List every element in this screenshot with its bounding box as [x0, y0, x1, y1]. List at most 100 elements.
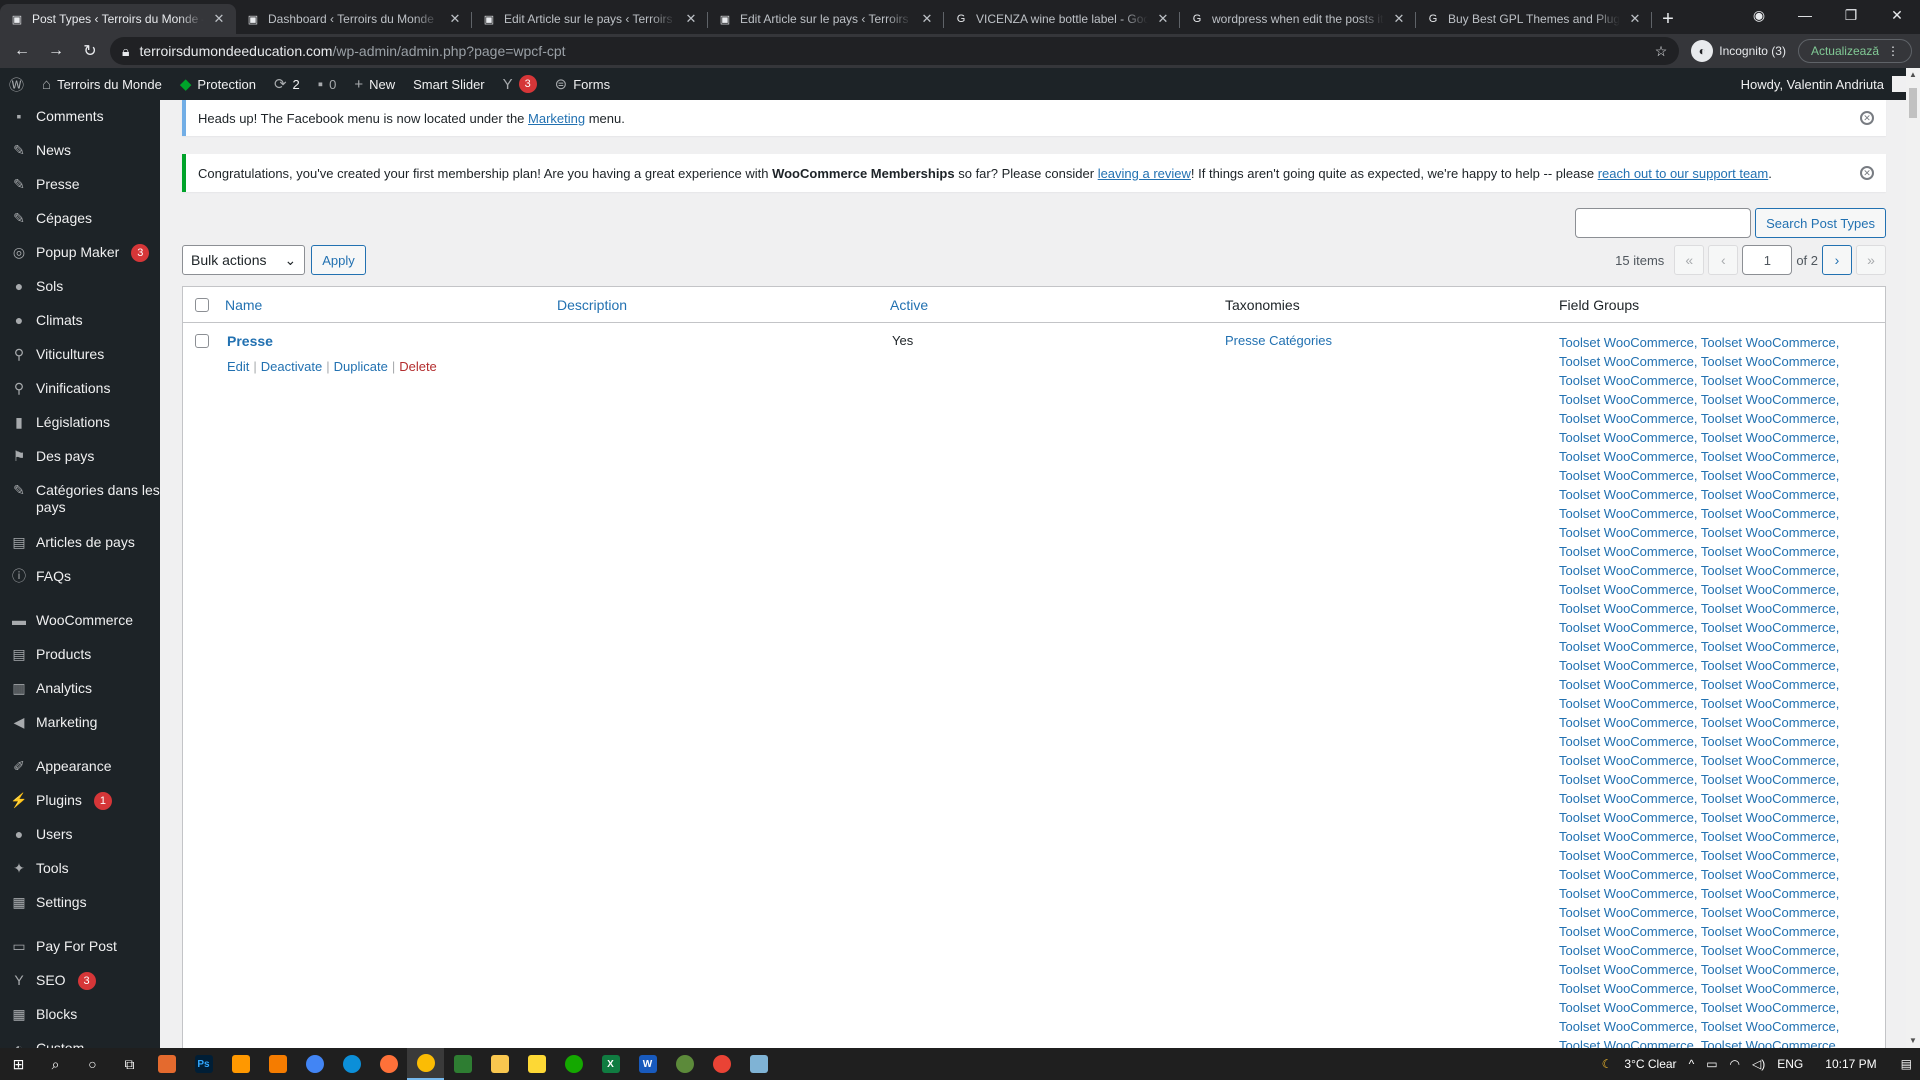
sidebar-item-c-pages[interactable]: ✎ Cépages: [0, 202, 160, 236]
duplicate-link[interactable]: Duplicate: [334, 359, 388, 374]
field-group-link[interactable]: Toolset WooCommerce, Toolset WooCommerce…: [1559, 1036, 1839, 1048]
scroll-up-icon[interactable]: ▲: [1906, 68, 1920, 82]
field-group-link[interactable]: Toolset WooCommerce, Toolset WooCommerce…: [1559, 770, 1839, 789]
field-group-link[interactable]: Toolset WooCommerce, Toolset WooCommerce…: [1559, 637, 1839, 656]
tab-close-icon[interactable]: ✕: [684, 11, 698, 27]
tab-close-icon[interactable]: ✕: [212, 11, 226, 27]
tab-close-icon[interactable]: ✕: [448, 11, 462, 27]
wifi-icon[interactable]: ◠: [1730, 1057, 1740, 1071]
delete-link[interactable]: Delete: [399, 359, 437, 374]
field-group-link[interactable]: Toolset WooCommerce, Toolset WooCommerce…: [1559, 466, 1839, 485]
sidebar-item-des-pays[interactable]: ⚑ Des pays: [0, 440, 160, 474]
sidebar-item-cat-gories-dans-les-pays[interactable]: ✎ Catégories dans les pays: [0, 474, 160, 526]
field-group-link[interactable]: Toolset WooCommerce, Toolset WooCommerce…: [1559, 979, 1839, 998]
chrome-active-icon[interactable]: [407, 1048, 444, 1080]
sidebar-item-sols[interactable]: ● Sols: [0, 270, 160, 304]
leave-review-link[interactable]: leaving a review: [1098, 166, 1191, 181]
field-group-link[interactable]: Toolset WooCommerce, Toolset WooCommerce…: [1559, 751, 1839, 770]
select-all-checkbox[interactable]: [195, 297, 209, 312]
edge-icon[interactable]: [333, 1048, 370, 1080]
field-group-link[interactable]: Toolset WooCommerce, Toolset WooCommerce…: [1559, 504, 1839, 523]
profile-icon[interactable]: ◉: [1736, 0, 1782, 30]
marketing-link[interactable]: Marketing: [528, 111, 585, 126]
sidebar-item-users[interactable]: ● Users: [0, 818, 160, 852]
field-group-link[interactable]: Toolset WooCommerce, Toolset WooCommerce…: [1559, 903, 1839, 922]
field-group-link[interactable]: Toolset WooCommerce, Toolset WooCommerce…: [1559, 675, 1839, 694]
back-button[interactable]: ←: [8, 37, 36, 65]
photoshop-icon[interactable]: Ps: [185, 1048, 222, 1080]
minimize-button[interactable]: —: [1782, 0, 1828, 30]
field-group-link[interactable]: Toolset WooCommerce, Toolset WooCommerce…: [1559, 580, 1839, 599]
new-tab-button[interactable]: +: [1652, 4, 1684, 34]
excel-icon[interactable]: X: [592, 1048, 629, 1080]
field-group-link[interactable]: Toolset WooCommerce, Toolset WooCommerce…: [1559, 409, 1839, 428]
browser-tab[interactable]: G VICENZA wine bottle label - Goo ✕: [944, 4, 1180, 34]
windows-start-icon[interactable]: ⊞: [0, 1048, 37, 1080]
search-input[interactable]: [1575, 208, 1752, 238]
field-group-link[interactable]: Toolset WooCommerce, Toolset WooCommerce…: [1559, 542, 1839, 561]
sidebar-item-news[interactable]: ✎ News: [0, 134, 160, 168]
sidebar-item-tools[interactable]: ✦ Tools: [0, 852, 160, 886]
field-group-link[interactable]: Toolset WooCommerce, Toolset WooCommerce…: [1559, 447, 1839, 466]
word-icon[interactable]: W: [629, 1048, 666, 1080]
sidebar-item-pay-for-post[interactable]: ▭ Pay For Post: [0, 930, 160, 964]
notepad-icon[interactable]: [740, 1048, 777, 1080]
edit-link[interactable]: Edit: [227, 359, 249, 374]
field-group-link[interactable]: Toolset WooCommerce, Toolset WooCommerce…: [1559, 827, 1839, 846]
field-group-link[interactable]: Toolset WooCommerce, Toolset WooCommerce…: [1559, 732, 1839, 751]
field-group-link[interactable]: Toolset WooCommerce, Toolset WooCommerce…: [1559, 922, 1839, 941]
sidebar-item-analytics[interactable]: ▥ Analytics: [0, 672, 160, 706]
reload-button[interactable]: ↻: [76, 37, 104, 65]
yoast-menu[interactable]: Y3: [494, 68, 546, 100]
search-app-icon[interactable]: [259, 1048, 296, 1080]
tab-close-icon[interactable]: ✕: [1156, 11, 1170, 27]
comments-menu[interactable]: ▪ 0: [309, 68, 346, 100]
dismiss-icon[interactable]: ✕: [1860, 111, 1874, 125]
tab-close-icon[interactable]: ✕: [920, 11, 934, 27]
sidebar-item-products[interactable]: ▤ Products: [0, 638, 160, 672]
sidebar-item-faqs[interactable]: ⓘ FAQs: [0, 560, 160, 594]
sidebar-item-blocks[interactable]: ▦ Blocks: [0, 998, 160, 1032]
scroll-thumb[interactable]: [1909, 88, 1917, 118]
search-post-types-button[interactable]: Search Post Types: [1755, 208, 1886, 238]
browser-tab[interactable]: ▣ Dashboard ‹ Terroirs du Monde ✕: [236, 4, 472, 34]
sidebar-item-custom[interactable]: ◐ Custom...: [0, 1032, 160, 1048]
sidebar-item-climats[interactable]: ● Climats: [0, 304, 160, 338]
language-indicator[interactable]: ENG: [1777, 1057, 1803, 1071]
field-group-link[interactable]: Toolset WooCommerce, Toolset WooCommerce…: [1559, 1017, 1839, 1036]
sublime-icon[interactable]: [222, 1048, 259, 1080]
upwork-icon[interactable]: [555, 1048, 592, 1080]
column-name[interactable]: Name: [225, 297, 262, 313]
support-team-link[interactable]: reach out to our support team: [1598, 166, 1769, 181]
tab-close-icon[interactable]: ✕: [1628, 11, 1642, 27]
field-group-link[interactable]: Toolset WooCommerce, Toolset WooCommerce…: [1559, 713, 1839, 732]
close-window-button[interactable]: ✕: [1874, 0, 1920, 30]
sidebar-item-seo[interactable]: Y SEO 3: [0, 964, 160, 998]
page-scrollbar[interactable]: ▲ ▼: [1906, 68, 1920, 1048]
updates-menu[interactable]: ⟳ 2: [265, 68, 309, 100]
field-group-link[interactable]: Toolset WooCommerce, Toolset WooCommerce…: [1559, 618, 1839, 637]
field-group-link[interactable]: Toolset WooCommerce, Toolset WooCommerce…: [1559, 599, 1839, 618]
deactivate-link[interactable]: Deactivate: [261, 359, 322, 374]
volume-icon[interactable]: ◁): [1752, 1057, 1765, 1071]
browser-tab[interactable]: ▣ Post Types ‹ Terroirs du Monde — ✕: [0, 4, 236, 34]
sidebar-item-popup-maker[interactable]: ◎ Popup Maker 3: [0, 236, 160, 270]
firefox-icon[interactable]: [370, 1048, 407, 1080]
restore-button[interactable]: ❐: [1828, 0, 1874, 30]
field-group-link[interactable]: Toolset WooCommerce, Toolset WooCommerce…: [1559, 428, 1839, 447]
file-explorer-icon[interactable]: [481, 1048, 518, 1080]
clock[interactable]: 10:17 PM: [1825, 1057, 1876, 1071]
cortana-icon[interactable]: ○: [74, 1048, 111, 1080]
search-icon[interactable]: ⌕: [37, 1048, 74, 1080]
field-group-link[interactable]: Toolset WooCommerce, Toolset WooCommerce…: [1559, 884, 1839, 903]
sidebar-item-appearance[interactable]: ✐ Appearance: [0, 750, 160, 784]
dismiss-icon[interactable]: ✕: [1860, 166, 1874, 180]
field-group-link[interactable]: Toolset WooCommerce, Toolset WooCommerce…: [1559, 865, 1839, 884]
last-page-button[interactable]: »: [1856, 245, 1886, 275]
new-content-menu[interactable]: + New: [345, 68, 404, 100]
url-input[interactable]: 🔒︎ terroirsdumondeeducation.com/wp-admin…: [110, 37, 1680, 65]
field-group-link[interactable]: Toolset WooCommerce, Toolset WooCommerce…: [1559, 960, 1839, 979]
sidebar-item-l-gislations[interactable]: ▮ Législations: [0, 406, 160, 440]
update-button[interactable]: Actualizează ⋮: [1797, 39, 1912, 63]
taskbar-app-icon[interactable]: [148, 1048, 185, 1080]
